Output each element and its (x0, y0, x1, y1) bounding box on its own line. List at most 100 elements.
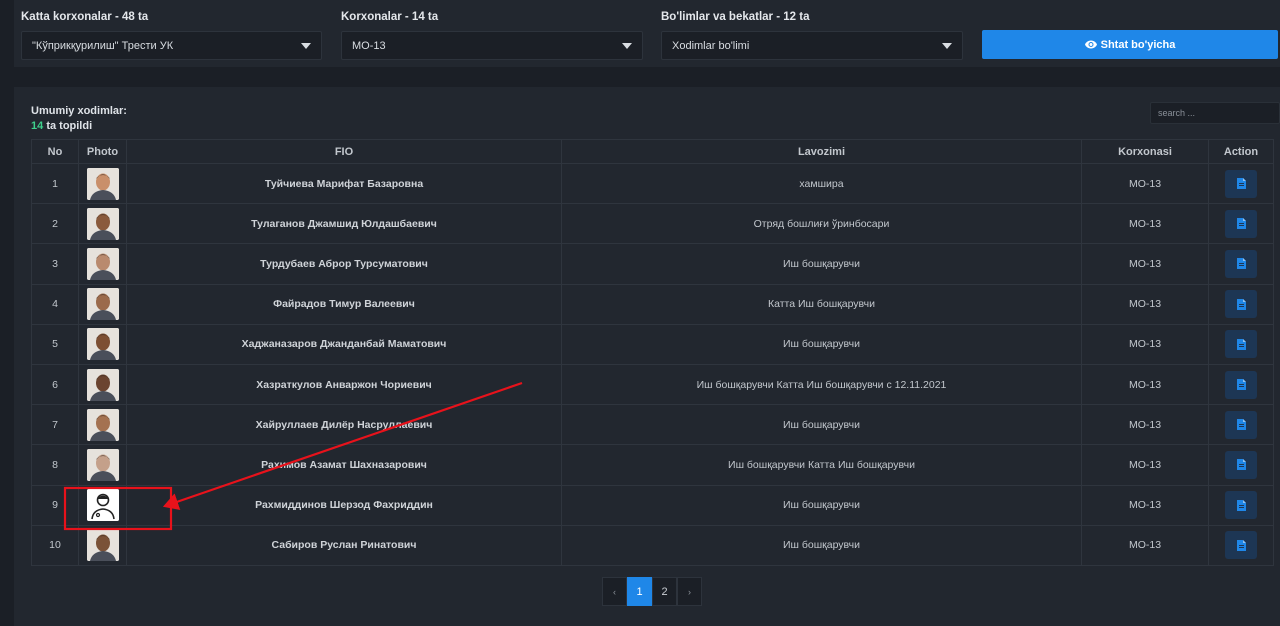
cell-lavozimi: Иш бошқарувчи Катта Иш бошқарувчи (561, 444, 1082, 486)
avatar (86, 328, 119, 361)
cell-korxonasi: МО-13 (1081, 203, 1209, 245)
cell-photo (78, 243, 127, 285)
cell-action (1208, 203, 1274, 245)
shtat-button-label: Shtat bo'yicha (1100, 38, 1176, 51)
cell-action (1208, 283, 1274, 325)
cell-korxonasi: МО-13 (1081, 283, 1209, 325)
table-row: 6 Хазраткулов Анваржон Чориевич Иш бошқару… (31, 363, 1274, 406)
header-korxonasi[interactable]: Korxonasi (1081, 139, 1209, 164)
avatar (86, 247, 119, 280)
avatar (86, 167, 119, 200)
cell-no: 1 (31, 162, 79, 205)
cell-action (1208, 484, 1274, 526)
cell-korxonasi: МО-13 (1081, 404, 1209, 446)
cell-no: 4 (31, 283, 79, 325)
cell-no: 6 (31, 363, 79, 406)
table-row: 8 Рахимов Азамат Шахназарович Иш бошқарувч… (31, 444, 1274, 486)
file-icon (1236, 419, 1246, 431)
cell-korxonasi: МО-13 (1081, 444, 1209, 486)
cell-photo (78, 484, 127, 526)
cell-action (1208, 243, 1274, 285)
summary-title: Umumiy xodimlar: (31, 105, 127, 117)
document-button[interactable] (1225, 450, 1257, 479)
cell-fio: Турдубаев Аброр Турсуматович (126, 243, 562, 285)
cell-no: 5 (31, 323, 79, 365)
file-icon (1236, 459, 1246, 471)
cell-lavozimi: Катта Иш бошқарувчи (561, 283, 1082, 325)
pagination-prev[interactable]: ‹ (602, 577, 627, 606)
table-row: 5 Хаджаназаров Джанданбай Маматович Иш бош… (31, 323, 1274, 365)
document-button[interactable] (1225, 290, 1257, 319)
cell-fio: Сабиров Руслан Ринатович (126, 524, 562, 566)
filter-korxona-label: Korxonalar - 14 ta (341, 11, 439, 23)
bolim-select[interactable]: Xodimlar bo'limi (661, 31, 963, 60)
cell-action (1208, 404, 1274, 446)
document-button[interactable] (1225, 169, 1257, 198)
cell-no: 10 (31, 524, 79, 566)
cell-photo (78, 404, 127, 446)
file-icon (1236, 338, 1246, 350)
cell-korxonasi: МО-13 (1081, 363, 1209, 406)
cell-no: 8 (31, 444, 79, 486)
shtat-button[interactable]: Shtat bo'yicha (982, 30, 1278, 59)
cell-korxonasi: МО-13 (1081, 484, 1209, 526)
avatar (86, 408, 119, 441)
pagination-next[interactable]: › (677, 577, 702, 606)
header-photo: Photo (78, 139, 127, 164)
filter-bolim-label: Bo'limlar va bekatlar - 12 ta (661, 11, 810, 23)
file-icon (1236, 258, 1246, 270)
korxona-select[interactable]: МО-13 (341, 31, 643, 60)
summary-found-text: ta topildi (46, 120, 93, 132)
chevron-down-icon (301, 43, 311, 49)
cell-photo (78, 323, 127, 365)
cell-korxonasi: МО-13 (1081, 323, 1209, 365)
document-button[interactable] (1225, 531, 1257, 560)
document-button[interactable] (1225, 209, 1257, 238)
file-icon (1236, 218, 1246, 230)
cell-no: 9 (31, 484, 79, 526)
cell-action (1208, 444, 1274, 486)
pagination-page-2[interactable]: 2 (652, 577, 677, 606)
employee-summary: Umumiy xodimlar: 14 ta topildi (31, 104, 127, 134)
filter-katta-label: Katta korxonalar - 48 ta (21, 11, 149, 23)
document-button[interactable] (1225, 491, 1257, 520)
cell-photo (78, 203, 127, 245)
cell-korxonasi: МО-13 (1081, 162, 1209, 205)
avatar (86, 529, 119, 562)
cell-lavozimi: Отряд бошлиғи ўринбосари (561, 203, 1082, 245)
table-row: 2 Тулаганов Джамшид Юлдашбаевич Отряд бошл… (31, 203, 1274, 245)
cell-fio: Хаджаназаров Джанданбай Маматович (126, 323, 562, 365)
cell-photo (78, 363, 127, 406)
header-fio[interactable]: FIO (126, 139, 562, 164)
document-button[interactable] (1225, 249, 1257, 278)
cell-fio: Туйчиева Марифат Базаровна (126, 162, 562, 205)
filter-katta-korxonalar: Katta korxonalar - 48 ta (21, 11, 148, 26)
cell-lavozimi: Иш бошқарувчи (561, 524, 1082, 566)
document-button[interactable] (1225, 410, 1257, 439)
document-button[interactable] (1225, 330, 1257, 359)
eye-icon (1084, 40, 1097, 49)
table-row: 9 Рахмиддинов Шерзод Фахриддин Иш бошқарув… (31, 484, 1274, 526)
katta-korxona-select[interactable]: "Кўприкқурилиш" Трести УК (21, 31, 322, 60)
cell-photo (78, 524, 127, 566)
table-row: 3 Турдубаев Аброр Турсуматович Иш бошқарув… (31, 243, 1274, 285)
cell-lavozimi: Иш бошқарувчи (561, 243, 1082, 285)
pagination-page-1[interactable]: 1 (627, 577, 652, 606)
cell-photo (78, 162, 127, 205)
cell-fio: Хазраткулов Анваржон Чориевич (126, 363, 562, 406)
file-icon (1236, 298, 1246, 310)
bolim-value: Xodimlar bo'limi (672, 40, 750, 52)
search-input[interactable] (1150, 102, 1280, 124)
chevron-down-icon (942, 43, 952, 49)
document-button[interactable] (1225, 370, 1257, 399)
header-lavozimi[interactable]: Lavozimi (561, 139, 1082, 164)
cell-lavozimi: Иш бошқарувчи (561, 323, 1082, 365)
header-action: Action (1208, 139, 1274, 164)
table-row: 4 Файрадов Тимур Валеевич Катта Иш бошқару… (31, 283, 1274, 325)
cell-action (1208, 524, 1274, 566)
table-header-row: No Photo FIO Lavozimi Korxonasi Action (31, 139, 1274, 164)
filter-bar: Katta korxonalar - 48 ta "Кўприкқурилиш"… (14, 0, 1280, 67)
katta-korxona-value: "Кўприкқурилиш" Трести УК (32, 40, 174, 52)
cell-photo (78, 283, 127, 325)
file-icon (1236, 539, 1246, 551)
